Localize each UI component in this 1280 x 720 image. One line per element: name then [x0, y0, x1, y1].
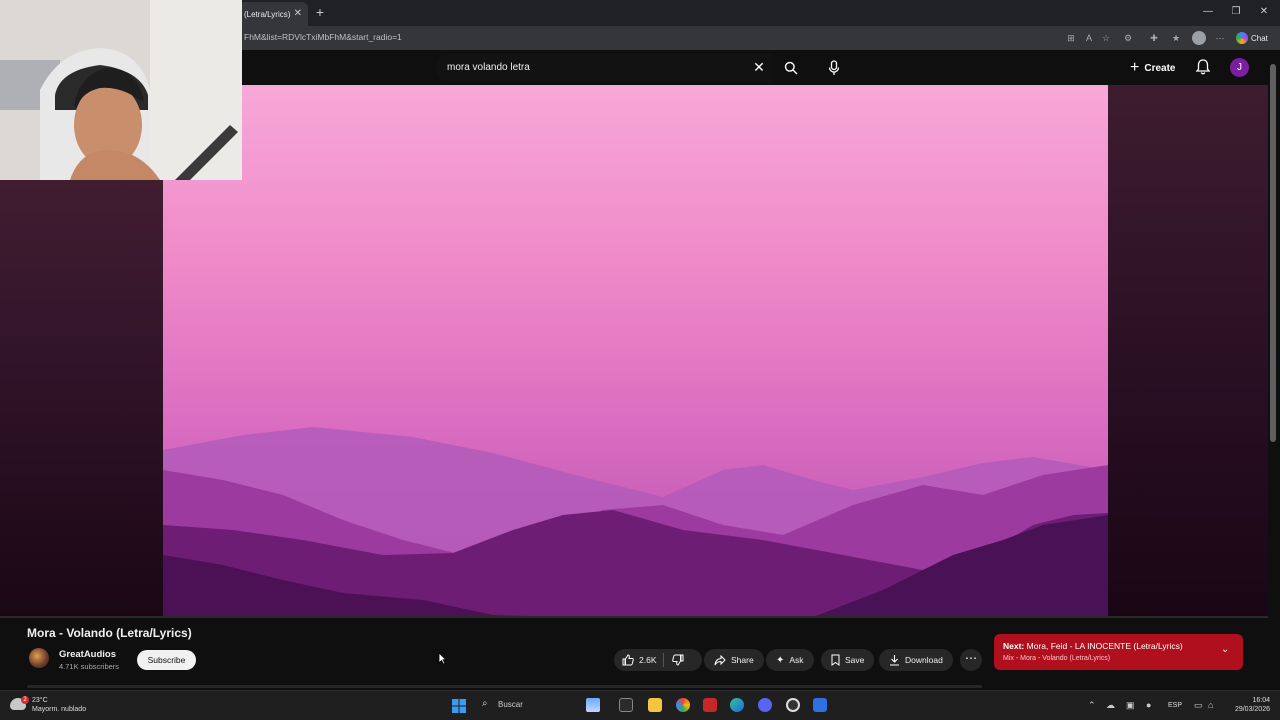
windows-taskbar: 2 23°C Mayorm. nublado ⌕ Buscar ⌃ ☁ ▣ ● … [0, 690, 1280, 720]
install-app-icon[interactable]: ⊞ [1064, 31, 1078, 45]
thumbs-up-icon [622, 654, 634, 666]
video-title: Mora - Volando (Letra/Lyrics) [27, 626, 192, 640]
translate-icon[interactable]: A [1082, 31, 1096, 45]
taskbar-search-icon[interactable]: ⌕ [482, 698, 488, 709]
like-button[interactable]: 2.6K [614, 654, 657, 666]
extensions-puzzle-icon[interactable]: ✚ [1147, 31, 1161, 45]
browser-profile-icon[interactable] [1192, 31, 1206, 45]
chevron-down-icon[interactable]: ⌄ [1221, 644, 1229, 655]
tab-title: (Letra/Lyrics) [244, 9, 291, 19]
discord-icon[interactable] [758, 698, 772, 712]
create-label: Create [1144, 62, 1176, 74]
language-indicator[interactable]: ESP [1168, 702, 1182, 709]
lighthouse-app-icon[interactable] [586, 698, 600, 712]
ask-button[interactable]: ✦ Ask [766, 649, 814, 671]
edge-icon[interactable] [730, 698, 744, 712]
search-icon [784, 61, 798, 75]
tab-close-icon[interactable]: ✕ [294, 8, 302, 19]
next-title: Mora, Feid - LA INOCENTE (Letra/Lyrics) [1026, 641, 1183, 651]
tray-cloud-icon[interactable]: ☁ [1106, 700, 1115, 711]
clock-time: 16:04 [1252, 697, 1270, 704]
save-button[interactable]: Save [821, 649, 875, 671]
clock-date: 29/03/2026 [1234, 706, 1270, 713]
copilot-chat-button[interactable]: Chat [1236, 30, 1268, 46]
voice-search-button[interactable] [822, 54, 846, 82]
like-count: 2.6K [639, 655, 657, 665]
subscriber-count: 4.71K subscribers [59, 662, 120, 671]
channel-avatar[interactable] [29, 648, 49, 668]
microphone-icon [828, 60, 840, 75]
next-prefix: Next: [1003, 641, 1025, 651]
clear-search-icon[interactable]: ✕ [750, 58, 768, 76]
create-button[interactable]: + Create [1130, 57, 1175, 79]
weather-badge: 2 [21, 696, 29, 704]
ask-label: Ask [789, 655, 804, 665]
browser-tab-active[interactable]: (Letra/Lyrics) ✕ [236, 2, 308, 26]
tray-app-icon[interactable]: ▣ [1126, 700, 1135, 711]
scrollbar-thumb[interactable] [1270, 64, 1276, 442]
tray-overflow-chevron-icon[interactable]: ⌃ [1088, 700, 1096, 711]
taskbar-search-box[interactable]: Buscar [498, 700, 523, 709]
like-dislike-group: 2.6K [614, 649, 702, 671]
app-icon[interactable] [813, 698, 827, 712]
minimize-icon[interactable]: — [1200, 5, 1216, 19]
favorites-icon[interactable]: ★ [1169, 31, 1183, 45]
display-icon[interactable]: ▭ [1194, 700, 1203, 711]
search-input[interactable]: mora volando letra ✕ [436, 54, 774, 82]
webcam-overlay [0, 0, 242, 180]
description-preview-strip [27, 685, 982, 688]
copilot-icon [1236, 32, 1248, 44]
tray-mic-icon[interactable]: ● [1146, 700, 1151, 710]
task-view-icon[interactable] [619, 698, 633, 712]
weather-temperature[interactable]: 23°C [32, 697, 48, 704]
dislike-button[interactable] [664, 654, 684, 666]
download-button[interactable]: Download [879, 649, 953, 671]
ambient-right [1108, 85, 1268, 617]
browser-menu-icon[interactable]: ⋯ [1213, 31, 1227, 45]
plus-icon: + [1130, 59, 1140, 76]
download-icon [890, 655, 899, 666]
address-bar-url[interactable]: FhM&list=RDVlcTxiMbFhM&start_radio=1 [244, 32, 402, 42]
search-button[interactable] [776, 54, 806, 82]
next-mix-name: Mix - Mora - Volando (Letra/Lyrics) [1003, 655, 1111, 662]
sparkle-icon: ✦ [776, 654, 785, 666]
window-close-icon[interactable]: ✕ [1256, 5, 1272, 19]
channel-name[interactable]: GreatAudios [59, 649, 116, 660]
share-button[interactable]: Share [704, 649, 764, 671]
user-avatar[interactable]: J [1230, 58, 1249, 77]
search-query: mora volando letra [447, 62, 530, 73]
extension-icon[interactable]: ⚙ [1121, 31, 1135, 45]
system-clock[interactable]: 16:04 29/03/2026 [1222, 696, 1270, 714]
bookmark-icon [831, 654, 840, 666]
player-progress-bar[interactable] [0, 616, 1268, 618]
file-explorer-icon[interactable] [648, 698, 662, 712]
windows-start-icon[interactable] [452, 699, 466, 713]
share-icon [714, 654, 726, 665]
wps-office-icon[interactable] [703, 698, 717, 712]
chrome-icon[interactable] [676, 698, 690, 712]
mouse-cursor-icon [438, 652, 447, 665]
subscribe-button[interactable]: Subscribe [137, 650, 196, 670]
screen: (Letra/Lyrics) ✕ + — ❐ ✕ FhM&list=RDVlcT… [0, 0, 1280, 720]
obs-icon[interactable] [786, 698, 800, 712]
chat-label: Chat [1251, 33, 1268, 43]
video-frame[interactable] [163, 85, 1108, 617]
restore-icon[interactable]: ❐ [1228, 5, 1244, 19]
notifications-bell-icon[interactable] [1194, 58, 1212, 76]
thumbs-down-icon [671, 654, 683, 666]
download-label: Download [905, 655, 943, 665]
new-tab-icon[interactable]: + [312, 4, 328, 20]
next-video-card[interactable]: Next: Mora, Feid - LA INOCENTE (Letra/Ly… [994, 634, 1243, 670]
share-label: Share [731, 655, 754, 665]
weather-description[interactable]: Mayorm. nublado [32, 706, 86, 713]
next-title-line: Next: Mora, Feid - LA INOCENTE (Letra/Ly… [1003, 641, 1183, 651]
more-actions-icon[interactable]: ⋯ [960, 649, 982, 671]
bookmark-star-icon[interactable]: ☆ [1099, 31, 1113, 45]
save-label: Save [845, 655, 865, 665]
